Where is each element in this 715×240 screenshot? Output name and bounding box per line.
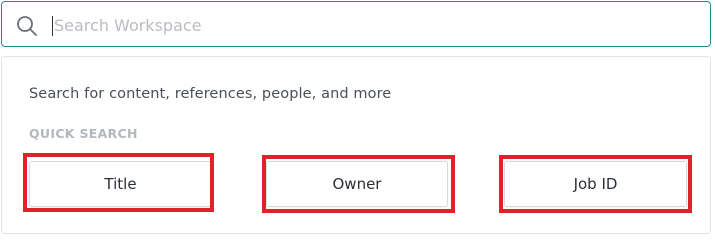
search-hint: Search for content, references, people, … <box>29 86 392 102</box>
text-caret <box>52 16 53 36</box>
quick-search-owner-button[interactable]: Owner <box>266 161 448 207</box>
quick-search-job-id-button[interactable]: Job ID <box>504 161 687 207</box>
search-icon <box>17 16 37 36</box>
quick-search-heading: QUICK SEARCH <box>29 126 138 141</box>
search-input[interactable] <box>54 11 694 39</box>
search-suggestions-panel: Search for content, references, people, … <box>1 56 711 234</box>
search-bar[interactable] <box>1 1 711 47</box>
quick-search-title-button[interactable]: Title <box>29 161 212 207</box>
